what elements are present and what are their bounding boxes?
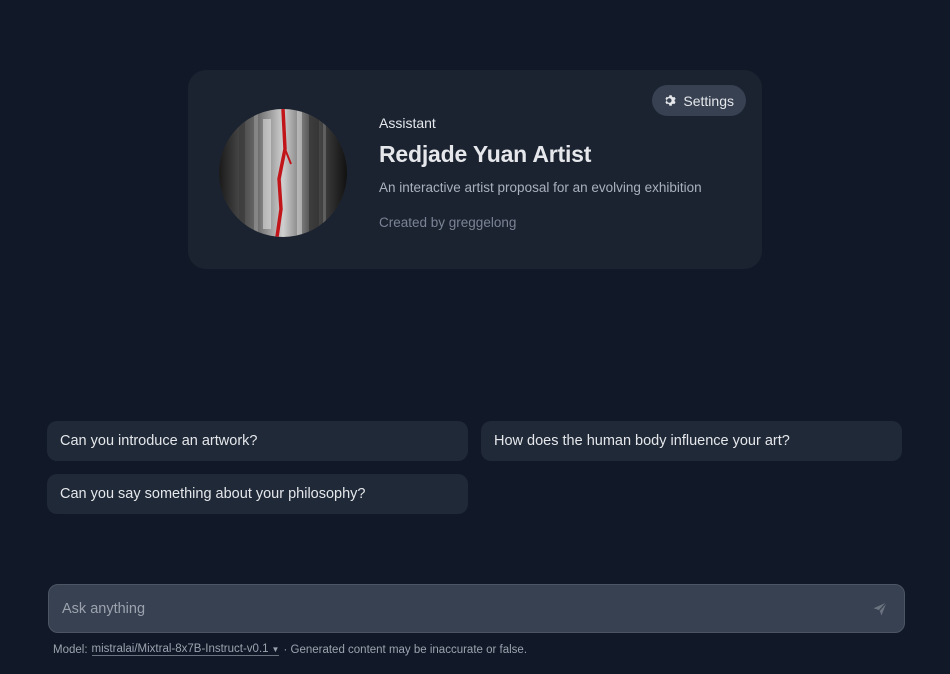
assistant-card: Settings Assistant Redjade Yuan Artist A… — [188, 70, 762, 269]
assistant-info: Assistant Redjade Yuan Artist An interac… — [379, 115, 702, 230]
chevron-down-icon: ▼ — [271, 644, 280, 654]
assistant-avatar — [219, 109, 347, 237]
footer: Model: mistralai/Mixtral-8x7B-Instruct-v… — [53, 643, 527, 656]
assistant-description: An interactive artist proposal for an ev… — [379, 180, 702, 195]
assistant-author: Created by greggelong — [379, 215, 517, 230]
disclaimer-text: · Generated content may be inaccurate or… — [283, 643, 528, 656]
suggestion-chip[interactable]: How does the human body influence your a… — [481, 421, 902, 461]
gear-icon — [665, 95, 677, 106]
artwork-avatar-icon — [219, 109, 347, 237]
assistant-kind-label: Assistant — [379, 115, 436, 131]
suggestion-chip[interactable]: Can you say something about your philoso… — [47, 474, 468, 514]
suggestion-chip[interactable]: Can you introduce an artwork? — [47, 421, 468, 461]
chat-page: Settings Assistant Redjade Yuan Artist A… — [0, 0, 950, 674]
send-icon[interactable] — [872, 601, 888, 617]
model-name: mistralai/Mixtral-8x7B-Instruct-v0.1 — [91, 643, 269, 655]
settings-label: Settings — [683, 92, 734, 109]
message-input-box — [48, 584, 905, 633]
model-selector[interactable]: mistralai/Mixtral-8x7B-Instruct-v0.1 ▼ — [91, 643, 280, 656]
message-input[interactable] — [49, 585, 904, 632]
model-prefix: Model: — [53, 643, 88, 656]
assistant-title: Redjade Yuan Artist — [379, 141, 592, 167]
settings-button[interactable]: Settings — [652, 85, 746, 116]
